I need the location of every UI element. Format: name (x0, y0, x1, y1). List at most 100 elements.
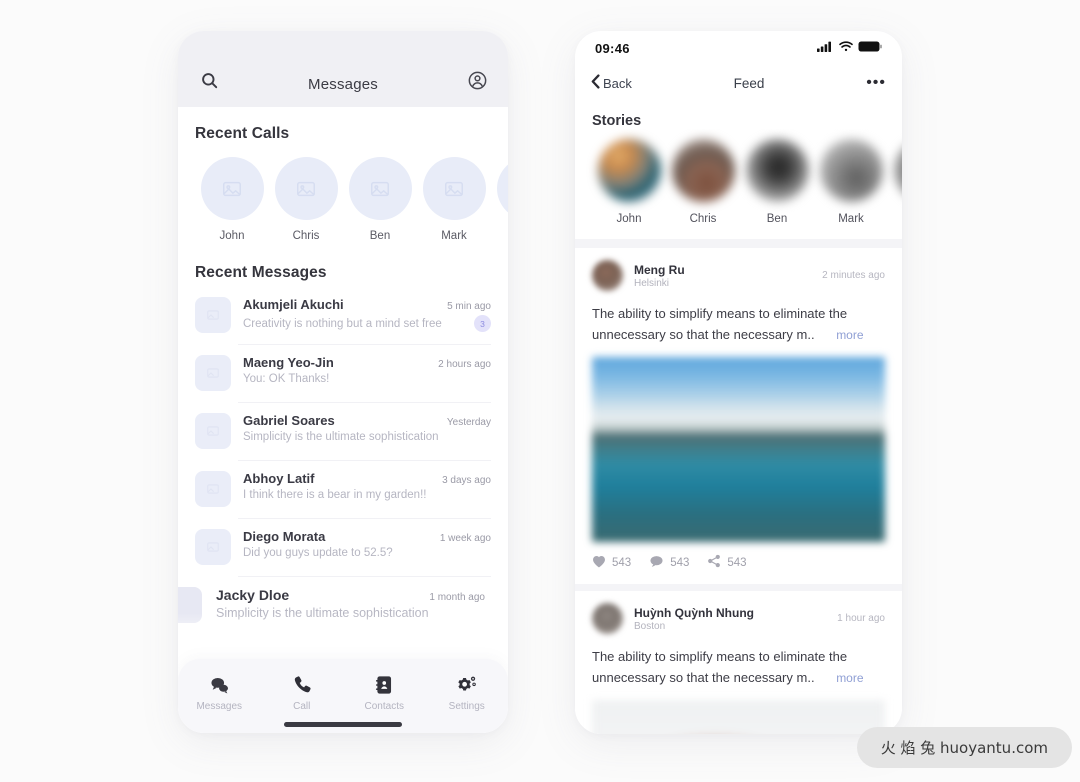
message-sender: Maeng Yeo-Jin (243, 355, 334, 370)
search-icon[interactable] (196, 67, 222, 93)
post-image[interactable] (592, 357, 885, 542)
tab-label: Call (293, 701, 311, 712)
post-text: The ability to simplify means to elimina… (592, 646, 885, 689)
story-item[interactable]: Chris (666, 139, 740, 225)
stories-title: Stories (592, 113, 642, 129)
call-contact[interactable]: Chris (269, 157, 343, 242)
recent-calls-row[interactable]: John Chris Ben Mark (178, 143, 508, 242)
feed-post: Huỳnh Quỳnh Nhung Boston 1 hour ago The … (575, 591, 902, 734)
post-body: The ability to simplify means to elimina… (592, 649, 848, 685)
post-image[interactable] (592, 700, 885, 734)
feed-title: Feed (733, 75, 765, 91)
page-title: Messages (308, 76, 378, 93)
message-sender: Gabriel Soares (243, 413, 335, 428)
message-preview: Did you guys update to 52.5? (243, 547, 393, 559)
recent-messages-title: Recent Messages (195, 264, 327, 281)
message-time: 5 min ago (447, 301, 491, 312)
tab-label: Settings (448, 701, 485, 712)
story-avatar (819, 139, 883, 202)
message-row[interactable]: Akumjeli Akuchi 5 min ago Creativity is … (178, 286, 508, 344)
message-sender: Diego Morata (243, 529, 326, 544)
feed-post: Meng Ru Helsinki 2 minutes ago The abili… (575, 248, 902, 584)
call-contact-name: Mark (441, 230, 467, 242)
avatar[interactable] (592, 260, 623, 291)
avatar (195, 413, 231, 449)
post-stats: 543 543 543 (592, 542, 885, 584)
story-name: John (616, 213, 642, 225)
avatar (195, 471, 231, 507)
share-icon (707, 554, 721, 571)
story-avatar (597, 139, 661, 202)
tab-contacts[interactable]: Contacts (343, 673, 426, 712)
messages-body: Recent Calls John Chris Ben Mark Recent … (178, 107, 508, 733)
message-row[interactable]: Jacky Dloe 1 month ago Simplicity is the… (178, 576, 508, 634)
message-sender: Abhoy Latif (243, 471, 315, 486)
image-placeholder-icon (274, 157, 338, 220)
avatar (195, 297, 231, 333)
chat-bubbles-icon (178, 673, 261, 697)
message-sender: Jacky Dloe (216, 587, 290, 603)
avatar (195, 355, 231, 391)
message-row[interactable]: Gabriel Soares Yesterday Simplicity is t… (178, 402, 508, 460)
message-row[interactable]: Maeng Yeo-Jin 2 hours ago You: OK Thanks… (178, 344, 508, 402)
message-time: 1 week ago (439, 533, 491, 544)
story-item[interactable]: Ben (740, 139, 814, 225)
more-link[interactable]: more (836, 671, 863, 685)
messages-header: Messages (178, 31, 508, 107)
post-author: Meng Ru (634, 262, 685, 277)
more-link[interactable]: more (836, 328, 863, 342)
call-contact-name: John (219, 230, 245, 242)
call-contact[interactable]: John (195, 157, 269, 242)
phone-icon (261, 673, 344, 697)
image-placeholder-icon (496, 157, 508, 220)
message-row[interactable]: Abhoy Latif 3 days ago I think there is … (178, 460, 508, 518)
stories-row[interactable]: John Chris Ben Mark (575, 129, 902, 225)
tab-call[interactable]: Call (261, 673, 344, 712)
watermark: 火 焰 兔 huoyantu.com (856, 727, 1072, 768)
call-contact[interactable]: Ben (343, 157, 417, 242)
unread-badge: 3 (474, 315, 491, 332)
cellular-signal-icon (817, 39, 834, 57)
ellipsis-icon[interactable]: ••• (866, 75, 886, 91)
message-row[interactable]: Diego Morata 1 week ago Did you guys upd… (178, 518, 508, 576)
post-time: 1 hour ago (837, 613, 885, 624)
story-item-partial[interactable] (888, 139, 902, 225)
call-contact[interactable]: Mark (417, 157, 491, 242)
battery-full-icon (858, 39, 882, 57)
post-text: The ability to simplify means to elimina… (592, 303, 885, 346)
left-phone-screen: Messages Recent Calls John Chris Ben Mar… (178, 31, 508, 733)
user-circle-icon[interactable] (464, 67, 490, 93)
post-author: Huỳnh Quỳnh Nhung (634, 605, 754, 620)
section-divider (575, 584, 902, 591)
message-preview: Creativity is nothing but a mind set fre… (243, 317, 442, 330)
story-item[interactable]: John (592, 139, 666, 225)
story-avatar (893, 139, 902, 202)
avatar[interactable] (592, 603, 623, 634)
tab-messages[interactable]: Messages (178, 673, 261, 712)
tab-settings[interactable]: Settings (426, 673, 509, 712)
image-placeholder-icon (200, 157, 264, 220)
recent-calls-title: Recent Calls (195, 125, 290, 142)
message-time: Yesterday (446, 417, 491, 428)
story-name: Mark (838, 213, 864, 225)
back-button[interactable]: Back (591, 74, 632, 92)
feed-header: Back Feed ••• (575, 65, 902, 101)
comment-stat[interactable]: 543 (649, 555, 689, 571)
call-contact-name: Ben (369, 230, 391, 242)
post-body: The ability to simplify means to elimina… (592, 306, 848, 342)
post-time: 2 minutes ago (822, 270, 885, 281)
status-bar: 09:46 (575, 31, 902, 65)
like-stat[interactable]: 543 (592, 555, 631, 571)
like-count: 543 (612, 556, 632, 569)
story-item[interactable]: Mark (814, 139, 888, 225)
home-indicator (284, 722, 402, 727)
wifi-icon (839, 39, 853, 57)
image-placeholder-icon (348, 157, 412, 220)
share-stat[interactable]: 543 (707, 554, 747, 571)
message-sender: Akumjeli Akuchi (243, 297, 344, 312)
message-preview: Simplicity is the ultimate sophisticatio… (243, 431, 439, 443)
avatar (178, 587, 202, 623)
call-contact-partial[interactable] (491, 157, 508, 242)
message-time: 1 month ago (429, 592, 485, 603)
bottom-tab-bar: Messages Call Contacts Settings (178, 659, 508, 733)
